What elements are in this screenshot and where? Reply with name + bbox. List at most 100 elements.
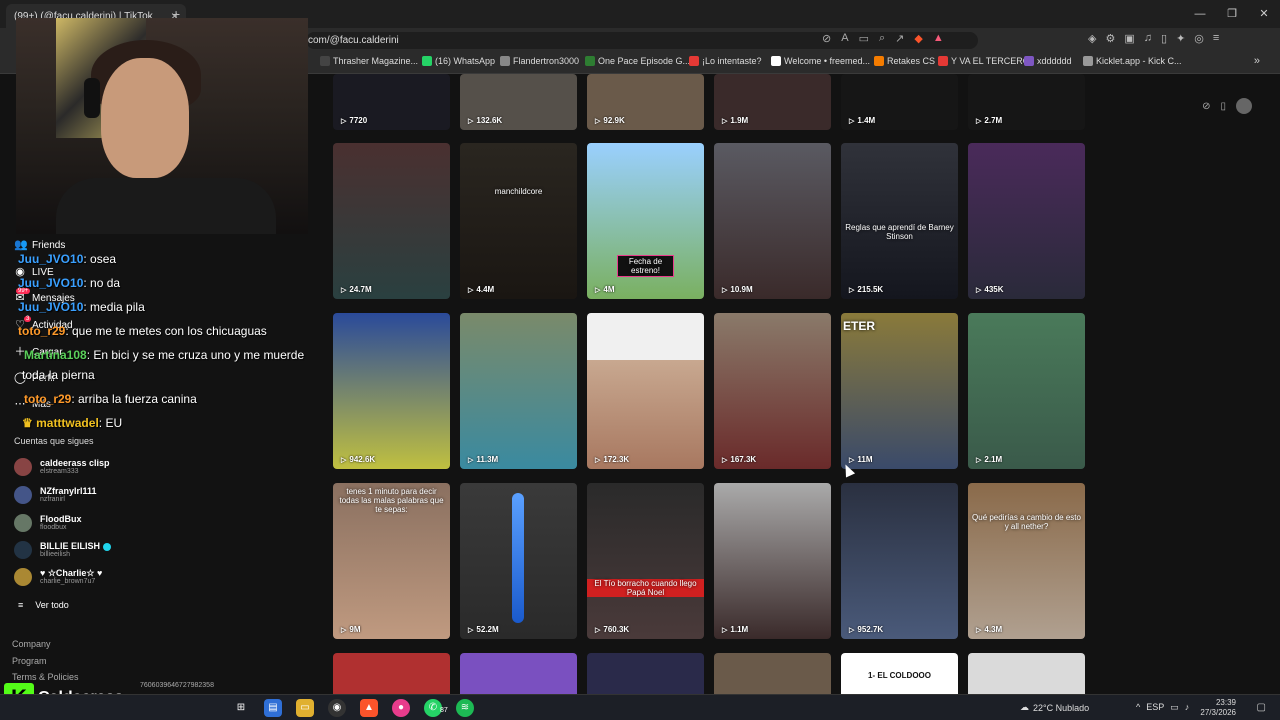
share-icon[interactable]: ↗	[895, 32, 904, 45]
friends-icon: 👥	[14, 239, 28, 251]
footer-company[interactable]: Company	[12, 639, 51, 649]
video-tile[interactable]	[333, 653, 450, 694]
video-tile[interactable]: Fecha de estreno! ▷ 4M	[587, 143, 704, 299]
following-account[interactable]: BILLIE EILISH billieeilish	[14, 541, 111, 559]
video-tile[interactable]: ▷ 952.7K	[841, 483, 958, 639]
play-icon: ▷	[341, 286, 347, 294]
bookmarks-overflow-icon[interactable]: »	[1254, 55, 1260, 67]
maximize-icon[interactable]: ❐	[1216, 0, 1248, 28]
video-tile[interactable]: ▷ 10.9M	[714, 143, 831, 299]
reader-icon[interactable]: ⊘	[822, 32, 831, 45]
cast-icon[interactable]: ▭	[859, 32, 869, 45]
views-count: ▷ 435K	[976, 285, 1004, 294]
avatar	[14, 568, 32, 586]
footer-terms[interactable]: Terms & Policies	[12, 672, 79, 682]
video-tile[interactable]: El Tío borracho cuando llego Papá Noel ▷ 7…	[587, 483, 704, 639]
following-account[interactable]: ♥ ☆Charlie☆ ♥ charlie_brown7u7	[14, 568, 102, 586]
nav-friends[interactable]: 👥 Friends	[14, 239, 65, 251]
video-tile[interactable]: ▷ 24.7M	[333, 143, 450, 299]
views-count: ▷ 167.3K	[722, 455, 757, 464]
list-icon: ≡	[18, 600, 24, 610]
play-icon: ▷	[595, 626, 601, 634]
video-tile[interactable]	[587, 653, 704, 694]
video-tile[interactable]: ▷ 52.2M	[460, 483, 577, 639]
following-account[interactable]: caldeerass clisp elstream333	[14, 458, 110, 476]
video-tile[interactable]: ETER ▷ 11M	[841, 313, 958, 469]
app-icon[interactable]: ●	[392, 699, 410, 717]
bookmark-item[interactable]: ¡Lo intentaste?	[689, 56, 762, 66]
bookmark-favicon	[500, 56, 510, 66]
play-icon: ▷	[595, 286, 601, 294]
video-tile[interactable]	[714, 653, 831, 694]
volume-icon[interactable]: ♪	[1185, 702, 1190, 713]
brave-icon[interactable]: ▲	[360, 699, 378, 717]
zoom-icon[interactable]: ⌕	[879, 32, 885, 45]
bookmark-item[interactable]: Flandertron3000	[500, 56, 579, 66]
following-account[interactable]: FloodBux floodbux	[14, 514, 82, 532]
device-icon[interactable]: ▯	[1220, 101, 1226, 112]
rewards-icon[interactable]: ▲	[933, 32, 944, 45]
bookmark-favicon	[689, 56, 699, 66]
notification-icon[interactable]: ▢	[1257, 702, 1266, 713]
video-tile[interactable]: ▷ 1.9M	[714, 74, 831, 130]
video-tile[interactable]: ▷ 2.7M	[968, 74, 1085, 130]
video-caption: El Tío borracho cuando llego Papá Noel	[587, 579, 704, 597]
wallet-icon[interactable]: ▣	[1124, 32, 1134, 45]
video-tile[interactable]: manchildcore ▷ 4.4M	[460, 143, 577, 299]
avatar[interactable]	[1236, 98, 1252, 114]
folder-icon[interactable]: ▭	[296, 699, 314, 717]
video-tile[interactable]: 1- EL COLDOOO	[841, 653, 958, 694]
chevron-up-icon[interactable]: ^	[1136, 702, 1140, 713]
video-tile[interactable]: ▷ 1.1M	[714, 483, 831, 639]
minimize-icon[interactable]: —	[1184, 0, 1216, 28]
video-tile[interactable]	[460, 653, 577, 694]
close-window-icon[interactable]: ✕	[1248, 0, 1280, 28]
store-icon[interactable]: ▤	[264, 699, 282, 717]
video-tile[interactable]: ▷ 1.4M	[841, 74, 958, 130]
video-tile[interactable]: Qué pedirías a cambio de esto y all neth…	[968, 483, 1085, 639]
bookmark-item[interactable]: Retakes CS	[874, 56, 935, 66]
bookmark-item[interactable]: Y VA EL TERCERO	[938, 56, 1030, 66]
video-tile[interactable]: ▷ 942.6K	[333, 313, 450, 469]
puzzle-icon[interactable]: ✦	[1176, 32, 1185, 45]
bookmark-item[interactable]: xdddddd	[1024, 56, 1072, 66]
sidebar-icon[interactable]: ▯	[1161, 32, 1167, 45]
spotify-icon[interactable]: ≋	[456, 699, 474, 717]
video-tile[interactable]: tenes 1 minuto para decir todas las mala…	[333, 483, 450, 639]
bookmark-item[interactable]: Thrasher Magazine...	[320, 56, 418, 66]
video-caption: Fecha de estreno!	[617, 255, 674, 277]
translate-icon[interactable]: A	[841, 32, 848, 45]
music-icon[interactable]: ♫	[1144, 32, 1152, 45]
video-tile[interactable]: ▷ 132.6K	[460, 74, 577, 130]
clock[interactable]: 23:39 27/3/2026	[1196, 698, 1236, 718]
footer-program[interactable]: Program	[12, 656, 47, 666]
video-tile[interactable]: ▷ 7720	[333, 74, 450, 130]
video-tile[interactable]: ▷ 2.1M	[968, 313, 1085, 469]
bookmark-item[interactable]: One Pace Episode G...	[585, 56, 690, 66]
verified-icon	[102, 542, 111, 551]
weather-widget[interactable]: ☁ 22°C Nublado	[1020, 702, 1089, 713]
obs-icon[interactable]: ◉	[328, 699, 346, 717]
extension-icon[interactable]: ⚙	[1105, 32, 1115, 45]
video-tile[interactable]: ▷ 167.3K	[714, 313, 831, 469]
menu-icon[interactable]: ≡	[1213, 32, 1219, 45]
vpn-icon[interactable]: ◎	[1194, 32, 1204, 45]
video-tile[interactable]	[968, 653, 1085, 694]
see-all-button[interactable]: ≡ Ver todo	[18, 600, 69, 610]
lang-indicator[interactable]: ESP	[1146, 702, 1164, 713]
task-view-icon[interactable]: ⊞	[232, 699, 250, 717]
network-icon[interactable]: ▭	[1170, 702, 1179, 713]
bookmark-item[interactable]: (16) WhatsApp	[422, 56, 495, 66]
video-tile[interactable]: ▷ 11.3M	[460, 313, 577, 469]
video-tile[interactable]: ▷ 92.9K	[587, 74, 704, 130]
video-tile[interactable]: ▷ 172.3K	[587, 313, 704, 469]
video-tile[interactable]: ▷ 435K	[968, 143, 1085, 299]
brave-shield-icon[interactable]: ◆	[914, 32, 922, 45]
play-icon: ▷	[595, 117, 601, 125]
bookmark-item[interactable]: Kicklet.app - Kick C...	[1083, 56, 1182, 66]
bookmark-item[interactable]: Welcome • freemed...	[771, 56, 870, 66]
compass-icon[interactable]: ⊘	[1202, 101, 1210, 112]
shield-icon[interactable]: ◈	[1088, 32, 1096, 45]
following-account[interactable]: NZfranyIrl111 nzfranirl	[14, 486, 97, 504]
video-tile[interactable]: Reglas que aprendí de Barney Stinson ▷ 215…	[841, 143, 958, 299]
